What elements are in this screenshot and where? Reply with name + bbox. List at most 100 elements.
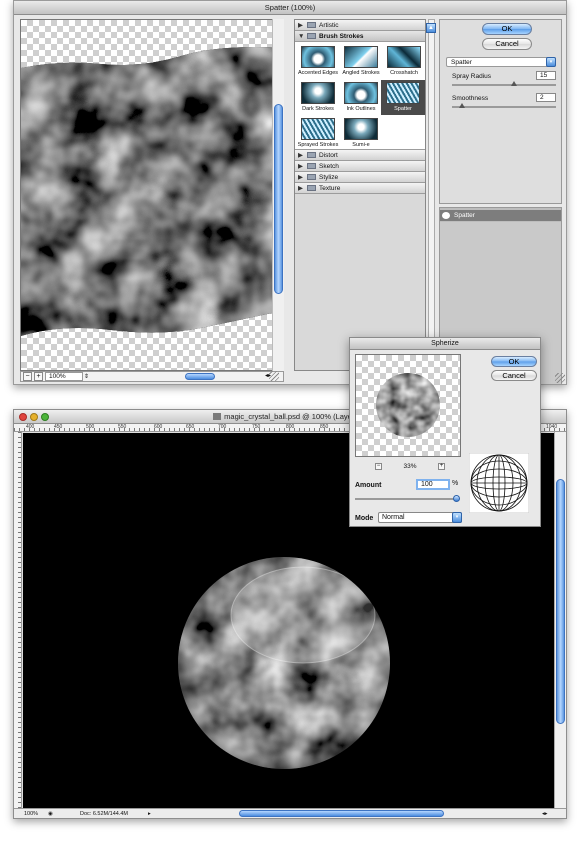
- spray-radius-slider[interactable]: [452, 81, 556, 86]
- spherize-zoom-bar: − 33% +: [375, 462, 445, 472]
- spatter-dialog: Spatter (100%) − + 100% ⇕ ▶ Artistic ▼ B…: [13, 0, 567, 385]
- amount-field[interactable]: 100: [416, 479, 450, 490]
- thumb-label: Ink Outlines: [346, 106, 376, 112]
- thumb-label: Angled Strokes: [342, 70, 380, 76]
- ruler-number: 800: [286, 424, 295, 430]
- mode-select-value: Normal: [382, 514, 405, 521]
- spatter-preview-image: [21, 47, 283, 336]
- category-label: Stylize: [319, 174, 339, 181]
- thumb-dark-strokes[interactable]: Dark Strokes: [297, 82, 339, 116]
- sumi-e-image: [344, 118, 378, 140]
- zoom-in-button[interactable]: +: [438, 463, 445, 470]
- document-vertical-scrollbar[interactable]: [554, 432, 566, 808]
- category-label: Texture: [319, 185, 341, 192]
- mode-select[interactable]: Normal ▾: [378, 512, 462, 523]
- ruler-number: 550: [118, 424, 127, 430]
- category-texture[interactable]: ▶ Texture: [295, 183, 425, 194]
- brush-strokes-thumbnails: Accented Edges Angled Strokes Crosshatch…: [295, 42, 425, 150]
- spray-radius-field[interactable]: 15: [536, 71, 556, 80]
- horizontal-scroll-thumb[interactable]: [239, 810, 444, 817]
- folder-icon: [307, 22, 316, 28]
- status-arrow-icon[interactable]: ◉: [48, 809, 53, 819]
- scroll-thumb[interactable]: [274, 104, 283, 294]
- ruler-number: 400: [26, 424, 35, 430]
- spherize-preview-image: [376, 373, 440, 437]
- filter-settings-panel: OK Cancel Spatter ▾ Spray Radius 15 Smoo…: [439, 19, 562, 204]
- slider-knob-icon[interactable]: [511, 81, 518, 86]
- ok-button[interactable]: OK: [491, 356, 537, 367]
- category-brush-strokes[interactable]: ▼ Brush Strokes: [295, 31, 425, 42]
- ink-outlines-image: [344, 82, 378, 104]
- status-zoom[interactable]: 100%: [24, 809, 38, 819]
- cancel-button[interactable]: Cancel: [491, 370, 537, 381]
- smoothness-label: Smoothness: [452, 95, 489, 102]
- close-icon[interactable]: [19, 413, 27, 421]
- ok-button[interactable]: OK: [482, 23, 532, 35]
- folder-icon: [307, 185, 316, 191]
- filter-list-scrollbar[interactable]: [428, 19, 435, 371]
- folder-icon: [307, 174, 316, 180]
- preview-vertical-scrollbar[interactable]: [272, 19, 284, 371]
- zoom-icon[interactable]: [41, 413, 49, 421]
- smoothness-slider[interactable]: [452, 103, 556, 108]
- chevron-down-icon: ▾: [452, 512, 462, 523]
- vertical-ruler[interactable]: [14, 432, 22, 808]
- category-artistic[interactable]: ▶ Artistic: [295, 20, 425, 31]
- amount-unit: %: [452, 480, 459, 487]
- filter-preview[interactable]: [20, 19, 284, 371]
- disclosure-down-icon: ▼: [298, 33, 305, 40]
- category-sketch[interactable]: ▶ Sketch: [295, 161, 425, 172]
- ruler-number: 1040: [546, 424, 558, 430]
- zoom-level-field[interactable]: 100%: [45, 372, 83, 381]
- zoom-out-button[interactable]: −: [23, 372, 32, 381]
- category-stylize[interactable]: ▶ Stylize: [295, 172, 425, 183]
- minimize-icon[interactable]: [30, 413, 38, 421]
- amount-slider[interactable]: [355, 498, 457, 500]
- ruler-number: 450: [54, 424, 63, 430]
- thumb-label: Spatter: [394, 106, 412, 112]
- thumb-angled-strokes[interactable]: Angled Strokes: [340, 46, 382, 80]
- scroll-arrows-icon[interactable]: ◂▸: [542, 809, 548, 819]
- folder-icon: [307, 33, 316, 39]
- cancel-button[interactable]: Cancel: [482, 38, 532, 50]
- disclosure-right-icon: ▶: [298, 22, 303, 29]
- disclosure-right-icon: ▶: [298, 152, 303, 159]
- effect-layer-label: Spatter: [454, 212, 475, 219]
- scroll-thumb[interactable]: [556, 479, 565, 724]
- horizontal-scroll-thumb[interactable]: [185, 373, 215, 380]
- thumb-sprayed-strokes[interactable]: Sprayed Strokes: [297, 118, 339, 152]
- category-distort[interactable]: ▶ Distort: [295, 150, 425, 161]
- status-menu-arrow-icon[interactable]: ▸: [148, 809, 151, 819]
- thumb-sumi-e[interactable]: Sumi-e: [340, 118, 382, 152]
- thumb-label: Crosshatch: [390, 70, 418, 76]
- spherize-preview[interactable]: [355, 354, 461, 457]
- amount-label: Amount: [355, 482, 382, 489]
- zoom-dropdown-icon[interactable]: ⇕: [84, 373, 89, 380]
- ruler-number: 700: [218, 424, 227, 430]
- crosshatch-image: [387, 46, 421, 68]
- smoothness-field[interactable]: 2: [536, 93, 556, 102]
- thumb-label: Dark Strokes: [302, 106, 334, 112]
- zoom-out-button[interactable]: −: [375, 463, 382, 470]
- filter-select[interactable]: Spatter ▾: [446, 57, 556, 67]
- thumb-ink-outlines[interactable]: Ink Outlines: [340, 82, 382, 116]
- resize-grip-icon[interactable]: [269, 371, 279, 381]
- ruler-number: 600: [154, 424, 163, 430]
- preview-footer: − + 100% ⇕ ◂▸: [20, 371, 284, 382]
- spherize-grid-icon: [469, 453, 529, 513]
- thumb-crosshatch[interactable]: Crosshatch: [383, 46, 425, 80]
- thumb-accented-edges[interactable]: Accented Edges: [297, 46, 339, 80]
- spherize-dialog: Spherize − 33% + OK Cancel Amount 100 % …: [349, 337, 541, 527]
- eye-icon[interactable]: [442, 212, 450, 219]
- collapse-gallery-icon[interactable]: ▲: [426, 23, 436, 33]
- accented-edges-image: [301, 46, 335, 68]
- zoom-in-button[interactable]: +: [34, 372, 43, 381]
- effect-layer-row[interactable]: Spatter: [440, 210, 561, 221]
- slider-knob-icon[interactable]: [459, 103, 466, 108]
- amount-slider-knob-icon[interactable]: [453, 495, 460, 502]
- resize-grip-icon[interactable]: [555, 373, 565, 383]
- spatter-image: [386, 82, 420, 104]
- thumb-spatter[interactable]: Spatter: [381, 80, 425, 115]
- document-icon: [213, 413, 222, 420]
- mode-label: Mode: [355, 515, 374, 522]
